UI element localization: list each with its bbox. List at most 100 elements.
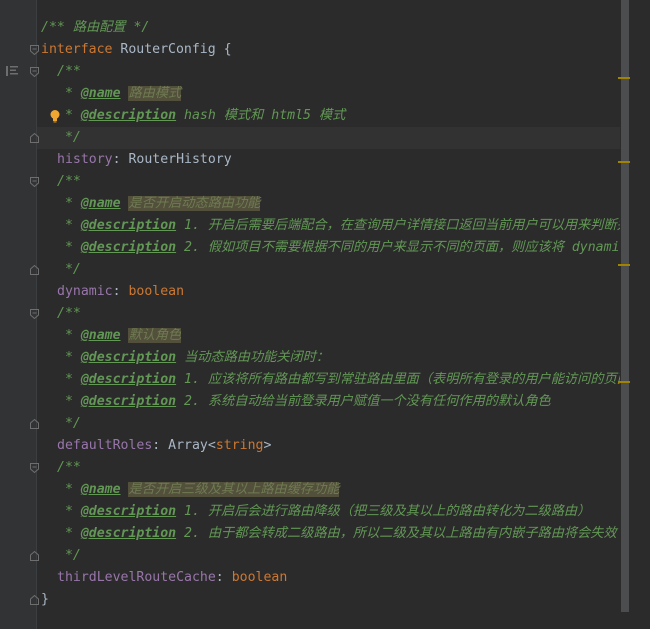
property-name: dynamic bbox=[57, 284, 113, 299]
code-line[interactable]: * @name 默认角色 bbox=[0, 325, 620, 347]
colon: : bbox=[215, 570, 232, 585]
doc-text: 2. 由于都会转成二级路由，所以二级及其以上路由有内嵌子路由将会失效 bbox=[176, 526, 617, 541]
code-line[interactable]: * @description 2. 假如项目不需要根据不同的用户来显示不同的页面… bbox=[0, 237, 650, 259]
code-line[interactable]: thirdLevelRouteCache: boolean bbox=[0, 567, 620, 589]
property-name: thirdLevelRouteCache bbox=[57, 570, 216, 585]
doc-star: * bbox=[57, 372, 81, 387]
doc-tag: @description bbox=[80, 504, 177, 519]
doc-star: * bbox=[57, 504, 81, 519]
doc-tag: @description bbox=[80, 108, 177, 123]
doc-text: 1. 应该将所有路由都写到常驻路由里面（表明所有登录的用户能访问的页面都是一样的… bbox=[184, 372, 650, 387]
code-line[interactable]: * @name 路由模式 bbox=[0, 83, 620, 105]
code-line[interactable]: /** bbox=[0, 457, 620, 479]
colon: : bbox=[112, 284, 129, 299]
code-line[interactable]: * @description hash 模式和 html5 模式 bbox=[0, 105, 620, 127]
doc-star: * bbox=[57, 482, 81, 497]
doc-tag: @name bbox=[80, 482, 121, 497]
code-line[interactable]: * @name 是否开启三级及其以上路由缓存功能 bbox=[0, 479, 620, 501]
doc-tag: @description bbox=[80, 394, 177, 409]
doc-tag-value: 默认角色 bbox=[128, 328, 182, 343]
fold-icon[interactable] bbox=[30, 309, 39, 319]
doc-tag: @name bbox=[80, 86, 121, 101]
doc-star: * bbox=[57, 350, 81, 365]
doc-comment: */ bbox=[57, 416, 81, 431]
code-line[interactable]: */ bbox=[0, 127, 620, 149]
doc-tag: @description bbox=[80, 240, 177, 255]
doc-text: hash 模式和 html5 模式 bbox=[176, 108, 346, 123]
property-name: defaultRoles bbox=[57, 438, 153, 453]
doc-comment: */ bbox=[57, 548, 81, 563]
doc-tag: @name bbox=[80, 196, 121, 211]
doc-tag: @name bbox=[80, 328, 121, 343]
warning-marker[interactable] bbox=[618, 264, 630, 266]
doc-star: * bbox=[57, 394, 81, 409]
code-line[interactable]: * @description 1. 应该将所有路由都写到常驻路由里面（表明所有登… bbox=[0, 369, 650, 391]
doc-comment: */ bbox=[57, 130, 81, 145]
code-line[interactable]: interface RouterConfig { bbox=[0, 39, 620, 61]
doc-comment: /** bbox=[57, 460, 81, 475]
code-lines[interactable]: /** 路由配置 */ interface RouterConfig { /**… bbox=[0, 17, 650, 611]
code-line[interactable]: * @description 1. 开启后需要后端配合，在查询用户详情接口返回当… bbox=[0, 215, 650, 237]
doc-tag: @description bbox=[80, 526, 177, 541]
fold-icon[interactable] bbox=[30, 595, 39, 605]
fold-icon[interactable] bbox=[30, 551, 39, 561]
doc-comment: /** 路由配置 */ bbox=[41, 20, 150, 35]
doc-tag: @description bbox=[80, 372, 177, 387]
code-line[interactable]: /** 路由配置 */ bbox=[0, 17, 620, 39]
doc-star: * bbox=[57, 240, 81, 255]
property-type: string bbox=[215, 438, 264, 453]
doc-tag: @description bbox=[80, 350, 177, 365]
warning-marker[interactable] bbox=[618, 77, 630, 79]
code-line[interactable]: */ bbox=[0, 545, 620, 567]
warning-marker[interactable] bbox=[618, 161, 630, 163]
code-line[interactable]: * @name 是否开启动态路由功能 bbox=[0, 193, 620, 215]
doc-star: * bbox=[57, 328, 81, 343]
code-line[interactable]: * @description 当动态路由功能关闭时： bbox=[0, 347, 620, 369]
doc-tag: @description bbox=[80, 218, 177, 233]
fold-icon[interactable] bbox=[30, 45, 39, 55]
code-line[interactable]: * @description 1. 开启后会进行路由降级（把三级及其以上的路由转… bbox=[0, 501, 620, 523]
doc-text: 1. 开启后需要后端配合，在查询用户详情接口返回当前用户可以用来判断并加载动态路… bbox=[184, 218, 650, 233]
property-type: boolean bbox=[231, 570, 288, 585]
property-name: history bbox=[57, 152, 113, 167]
property-type: : RouterHistory bbox=[112, 152, 232, 167]
scrollbar-thumb[interactable] bbox=[621, 0, 629, 612]
doc-tag-value: 路由模式 bbox=[128, 86, 182, 101]
code-line[interactable]: } bbox=[0, 589, 620, 611]
fold-icon[interactable] bbox=[30, 265, 39, 275]
fold-icon[interactable] bbox=[30, 177, 39, 187]
doc-star: * bbox=[57, 108, 81, 123]
warning-marker[interactable] bbox=[618, 381, 630, 383]
code-line[interactable]: /** bbox=[0, 171, 620, 193]
code-line[interactable]: history: RouterHistory bbox=[0, 149, 620, 171]
code-line[interactable]: defaultRoles: Array<string> bbox=[0, 435, 620, 457]
interface-name: RouterConfig { bbox=[112, 42, 232, 57]
doc-comment: /** bbox=[57, 174, 81, 189]
code-line[interactable]: /** bbox=[0, 303, 620, 325]
doc-tag-value: 是否开启动态路由功能 bbox=[128, 196, 261, 211]
right-margin bbox=[630, 0, 650, 629]
doc-text: 1. 开启后会进行路由降级（把三级及其以上的路由转化为二级路由） bbox=[176, 504, 591, 519]
doc-comment: */ bbox=[57, 262, 81, 277]
fold-icon[interactable] bbox=[30, 67, 39, 77]
fold-icon[interactable] bbox=[30, 419, 39, 429]
doc-tag-value: 是否开启三级及其以上路由缓存功能 bbox=[128, 482, 340, 497]
code-line[interactable]: * @description 2. 系统自动给当前登录用户赋值一个没有任何作用的… bbox=[0, 391, 620, 413]
code-line[interactable]: */ bbox=[0, 413, 620, 435]
code-line[interactable]: * @description 2. 由于都会转成二级路由，所以二级及其以上路由有… bbox=[0, 523, 620, 545]
doc-comment: /** bbox=[57, 64, 81, 79]
code-line[interactable]: /** bbox=[0, 61, 620, 83]
code-editor[interactable]: /** 路由配置 */ interface RouterConfig { /**… bbox=[0, 0, 650, 629]
doc-star: * bbox=[57, 526, 81, 541]
property-type: boolean bbox=[128, 284, 185, 299]
fold-icon[interactable] bbox=[30, 463, 39, 473]
keyword: interface bbox=[41, 42, 113, 57]
code-line[interactable]: */ bbox=[0, 259, 620, 281]
fold-icon[interactable] bbox=[30, 133, 39, 143]
doc-star: * bbox=[57, 196, 81, 211]
code-line[interactable]: dynamic: boolean bbox=[0, 281, 620, 303]
doc-star: * bbox=[57, 86, 81, 101]
doc-text: 2. 系统自动给当前登录用户赋值一个没有任何作用的默认角色 bbox=[176, 394, 551, 409]
doc-text: 当动态路由功能关闭时： bbox=[176, 350, 330, 365]
doc-star: * bbox=[57, 218, 81, 233]
